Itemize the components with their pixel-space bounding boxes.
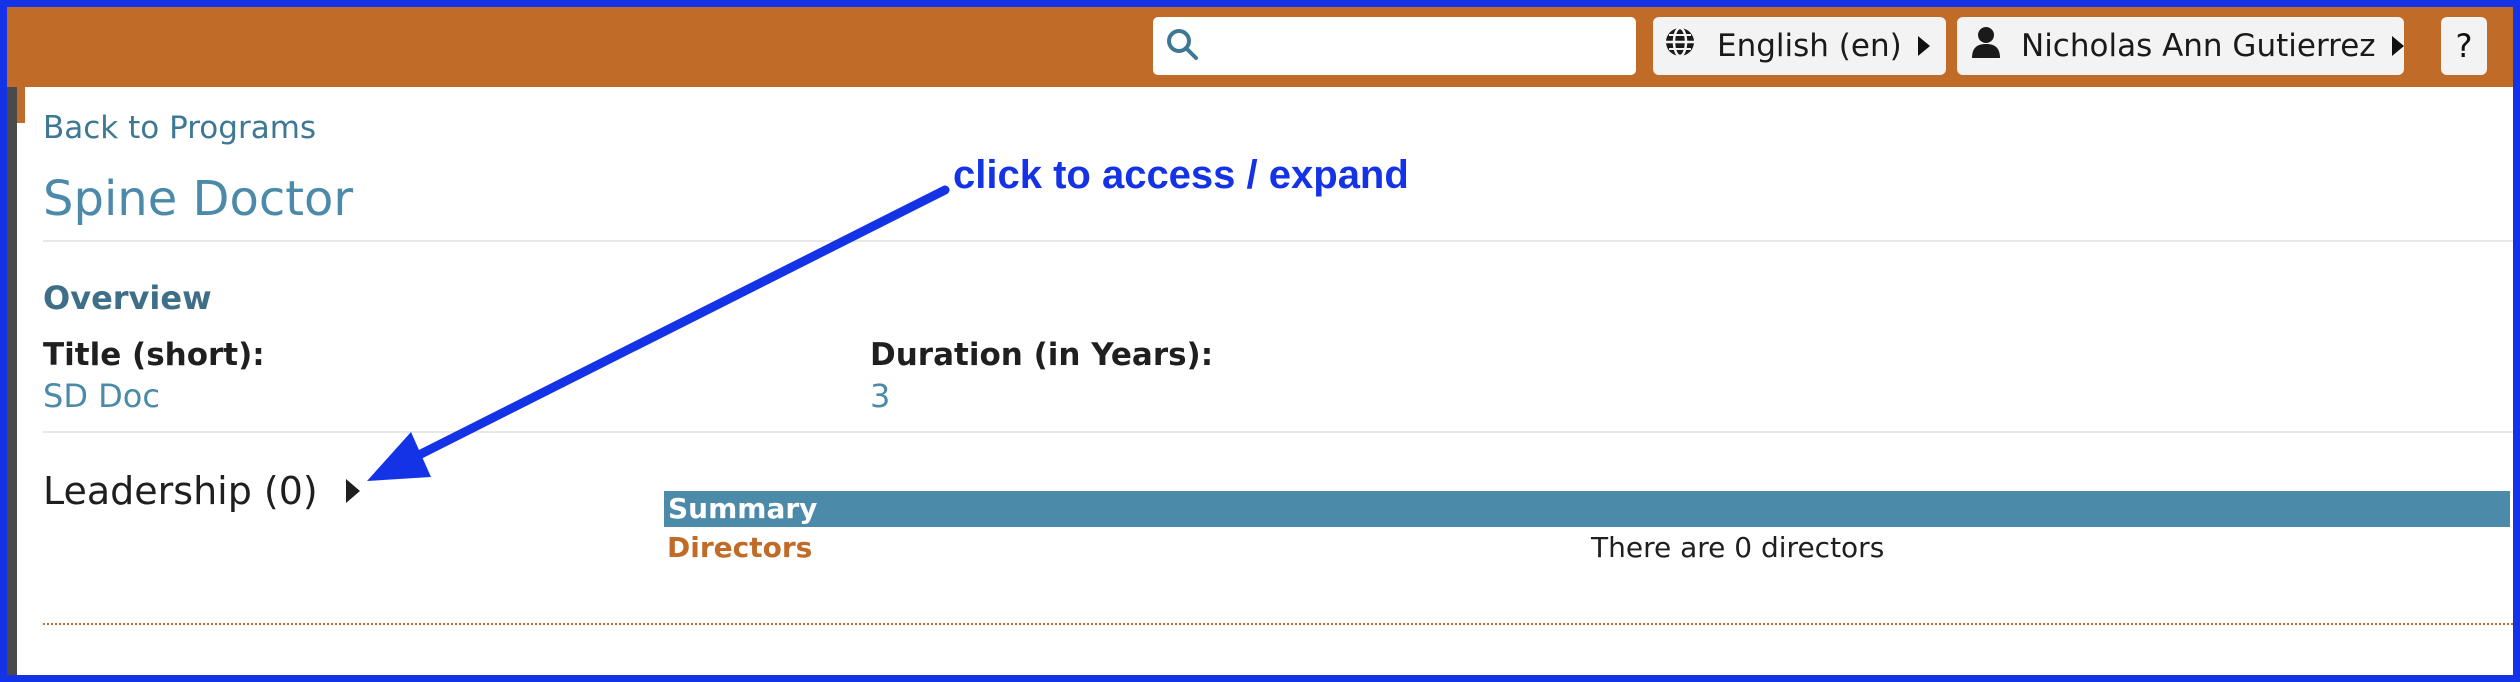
screenshot-frame: English (en) Nicholas Ann Gutierrez ? Ba…	[0, 0, 2520, 682]
annotation-arrow-icon	[367, 185, 950, 481]
